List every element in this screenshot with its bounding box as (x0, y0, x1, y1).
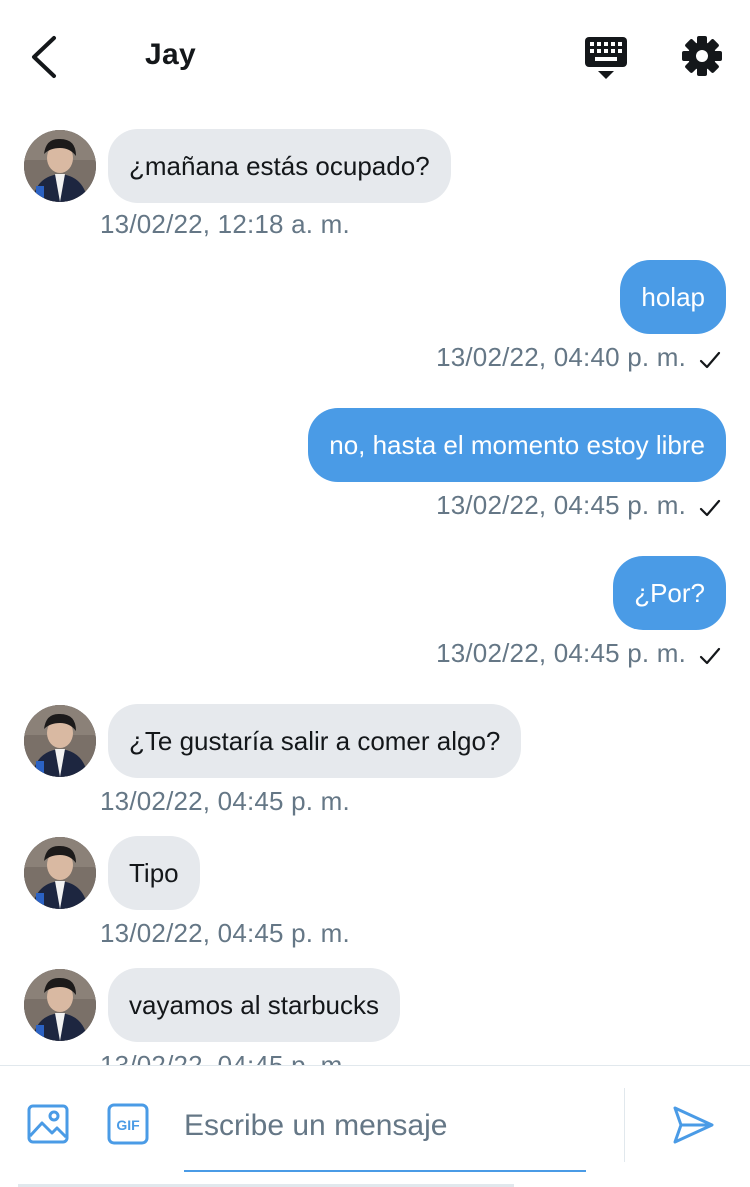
message-timestamp: 13/02/22, 04:45 p. m. (100, 918, 350, 948)
message-outgoing: no, hasta el momento estoy libre 13/02/2… (0, 408, 750, 520)
dm-conversation-screen: Jay ¿mañana estás ocupado? 13/02/22, 12:… (0, 0, 750, 1187)
keyboard-icon (585, 37, 627, 79)
avatar[interactable] (24, 130, 96, 202)
message-bubble[interactable]: ¿Por? (613, 556, 726, 630)
message-timestamp: 13/02/22, 04:45 p. m. (436, 490, 686, 520)
gif-label: GIF (116, 1117, 140, 1133)
message-timestamp: 13/02/22, 04:45 p. m. (100, 786, 350, 816)
message-incoming: vayamos al starbucks 13/02/22, 04:45 p. … (0, 968, 750, 1065)
image-icon (27, 1104, 69, 1144)
message-timestamp: 13/02/22, 04:45 p. m. (100, 1050, 350, 1065)
send-icon (673, 1106, 714, 1144)
message-incoming: Tipo 13/02/22, 04:45 p. m. (0, 836, 750, 948)
message-outgoing: ¿Por? 13/02/22, 04:45 p. m. (0, 556, 750, 668)
message-bubble[interactable]: Tipo (108, 836, 200, 910)
message-bubble[interactable]: holap (620, 260, 726, 334)
avatar[interactable] (24, 705, 96, 777)
avatar[interactable] (24, 837, 96, 909)
send-button[interactable] (670, 1102, 716, 1148)
composer-divider (624, 1088, 625, 1162)
message-incoming: ¿mañana estás ocupado? 13/02/22, 12:18 a… (0, 129, 750, 239)
message-incoming: ¿Te gustaría salir a comer algo? 13/02/2… (0, 704, 750, 816)
gear-icon (682, 36, 722, 76)
message-input[interactable] (184, 1096, 586, 1156)
message-timestamp: 13/02/22, 04:45 p. m. (436, 638, 686, 668)
conversation-header: Jay (0, 0, 750, 112)
chevron-left-icon (32, 36, 56, 78)
message-timestamp: 13/02/22, 12:18 a. m. (100, 209, 350, 239)
message-timestamp: 13/02/22, 04:40 p. m. (436, 342, 686, 372)
message-composer: GIF (0, 1065, 750, 1187)
settings-button[interactable] (680, 34, 724, 78)
message-bubble[interactable]: no, hasta el momento estoy libre (308, 408, 726, 482)
message-outgoing: holap 13/02/22, 04:40 p. m. (0, 260, 750, 372)
keyboard-toggle-button[interactable] (583, 34, 629, 80)
back-button[interactable] (22, 32, 68, 82)
add-gif-button[interactable]: GIF (106, 1102, 150, 1146)
checkmark-icon (699, 647, 721, 665)
message-bubble[interactable]: ¿mañana estás ocupado? (108, 129, 451, 203)
add-image-button[interactable] (26, 1102, 70, 1146)
message-list[interactable]: ¿mañana estás ocupado? 13/02/22, 12:18 a… (0, 112, 750, 1065)
message-bubble[interactable]: ¿Te gustaría salir a comer algo? (108, 704, 522, 778)
checkmark-icon (699, 351, 721, 369)
message-bubble[interactable]: vayamos al starbucks (108, 968, 400, 1042)
gif-icon: GIF (107, 1103, 149, 1145)
message-input-wrapper (184, 1096, 586, 1172)
avatar[interactable] (24, 969, 96, 1041)
conversation-title[interactable]: Jay (145, 38, 196, 72)
checkmark-icon (699, 499, 721, 517)
